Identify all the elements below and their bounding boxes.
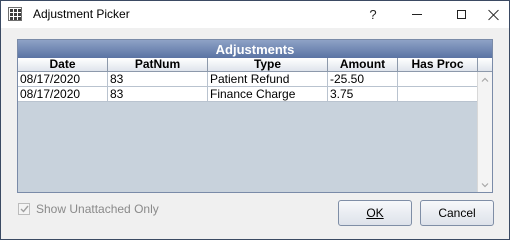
column-header-amount[interactable]: Amount (328, 58, 398, 71)
vertical-scrollbar[interactable] (477, 72, 492, 192)
help-button[interactable]: ? (358, 1, 388, 28)
table-row[interactable]: 08/17/2020 83 Finance Charge 3.75 (18, 87, 478, 102)
help-icon: ? (369, 7, 377, 22)
close-icon (488, 9, 500, 21)
adjustment-picker-window: Adjustment Picker ? Adjustments Date Pat… (0, 0, 510, 240)
cell-date: 08/17/2020 (18, 72, 108, 86)
adjustments-grid[interactable]: Adjustments Date PatNum Type Amount Has … (17, 39, 493, 193)
cell-type: Finance Charge (208, 87, 328, 101)
cell-date: 08/17/2020 (18, 87, 108, 101)
column-header-type[interactable]: Type (208, 58, 328, 71)
ok-button-label: OK (366, 206, 384, 220)
chevron-down-icon[interactable] (478, 178, 492, 192)
grid-rows: 08/17/2020 83 Patient Refund -25.50 08/1… (18, 72, 478, 102)
grid-title: Adjustments (18, 40, 492, 58)
show-unattached-label: Show Unattached Only (36, 202, 159, 216)
cell-has-proc (398, 72, 478, 86)
show-unattached-checkbox[interactable] (18, 203, 30, 215)
show-unattached-option[interactable]: Show Unattached Only (18, 202, 159, 216)
checkmark-icon (20, 205, 29, 213)
grid-app-icon (8, 7, 22, 21)
cell-patnum: 83 (108, 72, 208, 86)
column-header-date[interactable]: Date (18, 58, 108, 71)
cell-amount: 3.75 (328, 87, 398, 101)
ok-button[interactable]: OK (338, 200, 412, 226)
minimize-icon (412, 14, 422, 15)
column-header-patnum[interactable]: PatNum (108, 58, 208, 71)
cancel-button[interactable]: Cancel (420, 200, 494, 226)
table-row[interactable]: 08/17/2020 83 Patient Refund -25.50 (18, 72, 478, 87)
maximize-icon (456, 10, 466, 19)
title-bar[interactable]: Adjustment Picker ? (1, 1, 509, 28)
cell-type: Patient Refund (208, 72, 328, 86)
cell-patnum: 83 (108, 87, 208, 101)
cell-has-proc (398, 87, 478, 101)
window-title: Adjustment Picker (33, 7, 130, 21)
cancel-button-label: Cancel (438, 206, 476, 220)
minimize-button[interactable] (402, 1, 432, 28)
maximize-button[interactable] (446, 1, 476, 28)
column-header-has-proc[interactable]: Has Proc (398, 58, 478, 71)
close-button[interactable] (479, 1, 509, 28)
chevron-up-icon[interactable] (478, 72, 492, 86)
grid-column-headers: Date PatNum Type Amount Has Proc (18, 58, 492, 72)
cell-amount: -25.50 (328, 72, 398, 86)
